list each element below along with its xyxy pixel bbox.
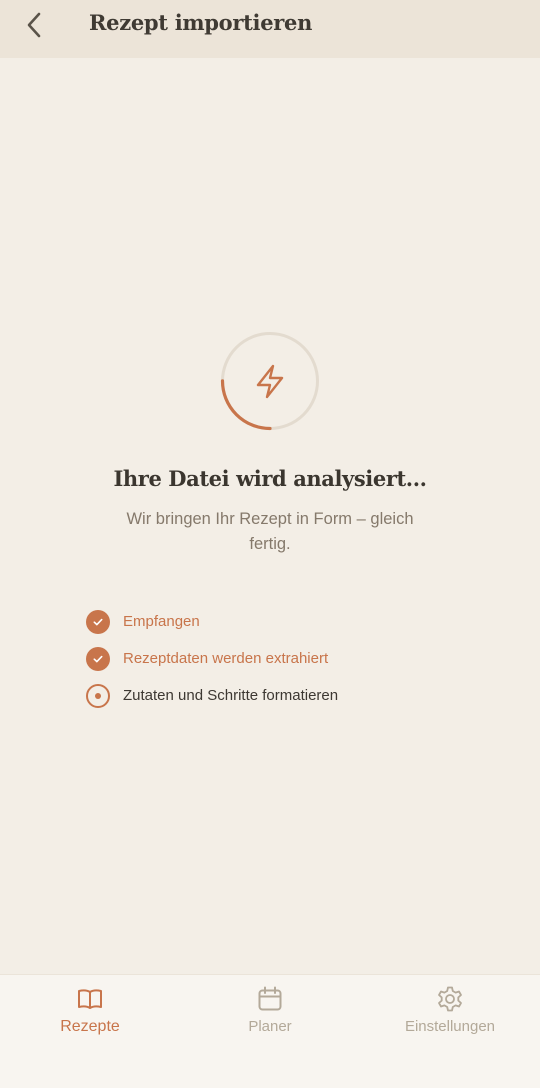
tab-rezepte[interactable]: Rezepte bbox=[0, 975, 180, 1055]
step-done-badge bbox=[86, 646, 110, 671]
check-icon bbox=[93, 655, 103, 662]
bottom-tab-bar: Rezepte Planer Einstellungen bbox=[0, 974, 540, 1088]
back-button[interactable] bbox=[16, 9, 54, 41]
tab-einstellungen[interactable]: Einstellungen bbox=[360, 975, 540, 1055]
tab-label: Rezepte bbox=[60, 1018, 120, 1035]
step-extracting: Rezeptdaten werden extrahiert bbox=[86, 640, 466, 677]
book-icon bbox=[78, 989, 102, 1009]
step-done-badge bbox=[86, 609, 110, 634]
step-label: Rezeptdaten werden extrahiert bbox=[123, 650, 329, 667]
lightning-icon bbox=[256, 364, 284, 399]
tab-label: Einstellungen bbox=[404, 1018, 496, 1035]
page-title: Rezept importieren bbox=[89, 10, 313, 35]
calendar-icon bbox=[258, 986, 282, 1011]
step-active-badge bbox=[86, 683, 110, 708]
chevron-left-icon bbox=[27, 12, 41, 38]
top-app-bar: Rezept importieren bbox=[0, 0, 540, 58]
main-content: Ihre Datei wird analysiert... Wir bringe… bbox=[0, 58, 540, 974]
status-heading: Ihre Datei wird analysiert... bbox=[113, 466, 427, 491]
dot-icon bbox=[95, 692, 101, 699]
progress-steps: Empfangen Rezeptdaten werden extrahiert … bbox=[86, 603, 466, 714]
tab-planer[interactable]: Planer bbox=[180, 975, 360, 1055]
gear-icon bbox=[438, 986, 462, 1012]
step-label: Empfangen bbox=[123, 613, 200, 630]
check-icon bbox=[93, 618, 103, 625]
step-formatting: Zutaten und Schritte formatieren bbox=[86, 677, 466, 714]
app-root: Rezept importieren Ihre Datei wird analy… bbox=[0, 0, 540, 1088]
step-label: Zutaten und Schritte formatieren bbox=[123, 687, 339, 704]
step-received: Empfangen bbox=[86, 603, 466, 640]
progress-spinner bbox=[220, 331, 320, 431]
status-subtitle: Wir bringen Ihr Rezept in Form – gleich … bbox=[126, 510, 414, 553]
tab-label: Planer bbox=[248, 1018, 292, 1035]
